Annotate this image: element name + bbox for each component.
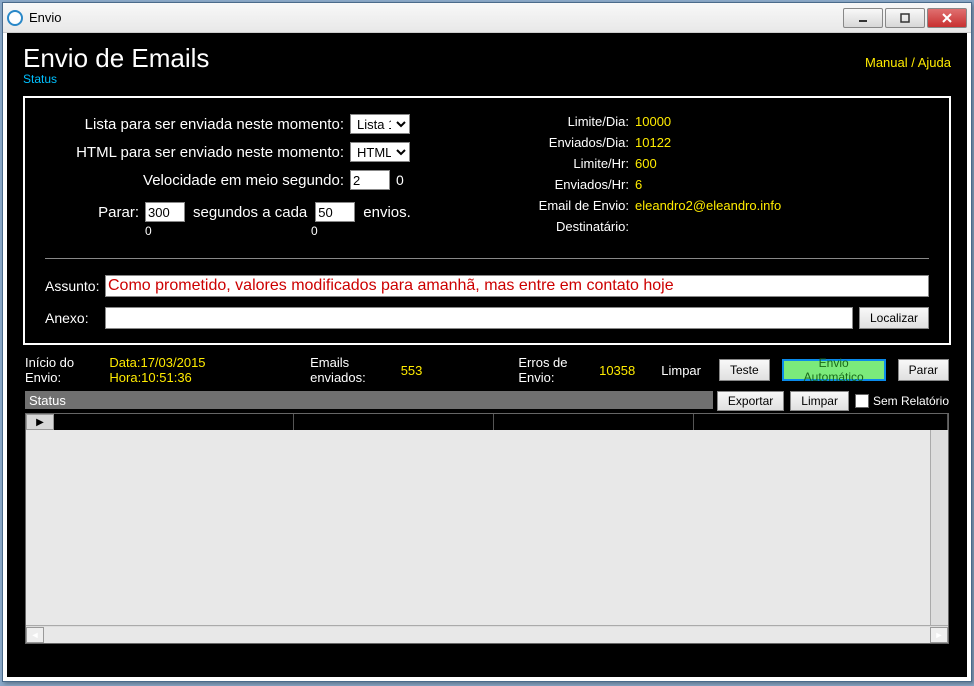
grid-col-4[interactable] [694,414,948,430]
html-select[interactable]: HTML 1 [350,142,410,162]
teste-button[interactable]: Teste [719,359,770,381]
inicio-value: Data:17/03/2015 Hora:10:51:36 [109,355,274,385]
vertical-scrollbar[interactable] [930,430,948,625]
enviados-dia-label: Enviados/Dia: [515,135,635,150]
grid-col-2[interactable] [294,414,494,430]
assunto-input[interactable] [105,275,929,297]
parar-sub1: 0 [145,224,185,238]
enviados-hr-label: Enviados/Hr: [515,177,635,192]
anexo-input[interactable] [105,307,853,329]
destinatario-label: Destinatário: [515,219,635,234]
velocidade-sub: 0 [396,172,404,188]
enviados-dia-value: 10122 [635,135,671,150]
lista-select[interactable]: Lista 1 [350,114,410,134]
grid-col-1[interactable] [54,414,294,430]
status-tag: Status [23,72,209,86]
parar-count-input[interactable] [315,202,355,222]
assunto-label: Assunto: [45,278,105,294]
status-header: Status [25,391,713,409]
inicio-label: Início do Envio: [25,355,105,385]
enviados-value: 553 [401,363,423,378]
window-buttons [841,8,967,28]
limpar-button[interactable]: Limpar [790,391,849,411]
limite-hr-label: Limite/Hr: [515,156,635,171]
enviados-label: Emails enviados: [310,355,397,385]
grid-body[interactable] [26,430,948,625]
sem-relatorio-checkbox[interactable] [855,394,869,408]
close-button[interactable] [927,8,967,28]
grid-header: ▶ [26,414,948,430]
exportar-button[interactable]: Exportar [717,391,784,411]
velocidade-label: Velocidade em meio segundo: [45,172,350,189]
row-marker: ▶ [26,414,54,430]
velocidade-input[interactable] [350,170,390,190]
parar-label: Parar: [45,204,145,221]
info-bar: Início do Envio: Data:17/03/2015 Hora:10… [25,355,949,385]
parar-seconds-input[interactable] [145,202,185,222]
app-window: Envio Envio de Emails Status Manual / Aj… [2,2,972,682]
parar-button[interactable]: Parar [898,359,949,381]
config-panel: Lista para ser enviada neste momento: Li… [23,96,951,345]
scroll-left-icon[interactable]: ◄ [26,627,44,643]
horizontal-scrollbar[interactable]: ◄ ► [26,625,948,643]
results-grid: ▶ ◄ ► [25,413,949,644]
sem-relatorio-label: Sem Relatório [873,394,949,408]
stats-column: Limite/Dia:10000 Enviados/Dia:10122 Limi… [515,114,929,240]
grid-col-3[interactable] [494,414,694,430]
titlebar: Envio [3,3,971,33]
limite-hr-value: 600 [635,156,657,171]
app-icon [7,10,23,26]
minimize-button[interactable] [843,8,883,28]
help-link[interactable]: Manual / Ajuda [865,55,951,70]
form-column: Lista para ser enviada neste momento: Li… [45,114,475,240]
html-label: HTML para ser enviado neste momento: [45,144,350,161]
parar-sub2: 0 [311,224,351,238]
limpar-link[interactable]: Limpar [661,363,701,378]
scroll-track[interactable] [44,627,930,643]
email-envio-label: Email de Envio: [515,198,635,213]
envio-automatico-button[interactable]: Envio Automático [782,359,886,381]
client-area: Envio de Emails Status Manual / Ajuda Li… [7,33,967,677]
limite-dia-label: Limite/Dia: [515,114,635,129]
maximize-button[interactable] [885,8,925,28]
lista-label: Lista para ser enviada neste momento: [45,116,350,133]
scroll-right-icon[interactable]: ► [930,627,948,643]
erros-label: Erros de Envio: [518,355,595,385]
limite-dia-value: 10000 [635,114,671,129]
erros-value: 10358 [599,363,635,378]
parar-mid-text: segundos a cada [193,204,307,221]
page-title: Envio de Emails [23,43,209,74]
status-header-label: Status [29,393,66,408]
parar-end-text: envios. [363,204,411,221]
localizar-button[interactable]: Localizar [859,307,929,329]
divider [45,258,929,259]
window-title: Envio [29,10,62,25]
anexo-label: Anexo: [45,310,105,326]
email-envio-value: eleandro2@eleandro.info [635,198,781,213]
enviados-hr-value: 6 [635,177,642,192]
